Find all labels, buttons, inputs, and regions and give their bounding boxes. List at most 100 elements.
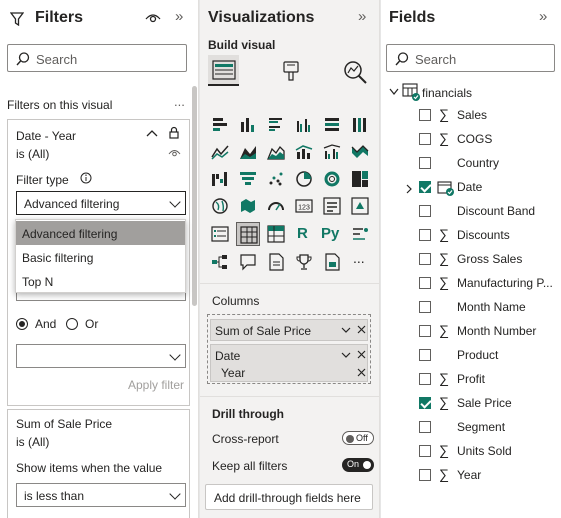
smart-narrative-icon[interactable] (267, 253, 285, 271)
field-item[interactable]: Month Name (381, 296, 561, 320)
matrix-icon[interactable] (267, 225, 285, 243)
map-icon[interactable] (211, 197, 229, 215)
donut-chart-icon[interactable] (323, 170, 341, 188)
stacked-area-chart-icon[interactable] (267, 143, 285, 161)
field-item[interactable]: ∑ Sale Price (381, 392, 561, 416)
info-icon[interactable] (80, 172, 92, 184)
field-item[interactable]: Product (381, 344, 561, 368)
or-radio[interactable] (66, 318, 78, 330)
menu-item-advanced[interactable]: Advanced filtering (16, 221, 185, 245)
field-checkbox[interactable] (419, 301, 431, 313)
menu-item-topn[interactable]: Top N (16, 269, 185, 293)
r-script-visual-icon[interactable]: R (297, 225, 308, 242)
field-checkbox[interactable] (419, 253, 431, 265)
apply-filter-button[interactable]: Apply filter (128, 378, 184, 392)
format-brush-icon[interactable] (281, 60, 303, 84)
kpi-icon[interactable] (351, 197, 369, 215)
condition-dropdown[interactable]: is less than (16, 483, 186, 507)
field-item[interactable]: Discount Band (381, 200, 561, 224)
field-checkbox[interactable] (419, 373, 431, 385)
table-name[interactable]: financials (422, 86, 472, 100)
field-checkbox[interactable] (419, 325, 431, 337)
line-clustered-column-icon[interactable] (323, 143, 341, 161)
chevron-down-icon[interactable] (341, 352, 351, 359)
line-chart-icon[interactable] (211, 143, 229, 161)
goals-trophy-icon[interactable] (295, 253, 313, 271)
paginated-report-icon[interactable] (323, 253, 341, 271)
analytics-magnifier-icon[interactable] (342, 59, 368, 85)
collapse-icon[interactable]: » (175, 9, 183, 24)
field-item[interactable]: ∑ COGS (381, 128, 561, 152)
collapse-icon[interactable]: » (539, 9, 547, 24)
waterfall-chart-icon[interactable] (211, 170, 229, 188)
table-visual-selected[interactable] (236, 222, 260, 246)
keep-all-filters-toggle[interactable]: On (342, 458, 374, 472)
field-item[interactable]: ∑ Month Number (381, 320, 561, 344)
filters-search-input[interactable]: Search (7, 44, 187, 72)
multi-row-card-icon[interactable] (323, 197, 341, 215)
ribbon-chart-icon[interactable] (351, 143, 369, 161)
field-checkbox[interactable] (419, 109, 431, 121)
field-checkbox[interactable] (419, 181, 431, 193)
more-options-icon[interactable]: ... (174, 94, 185, 109)
and-radio[interactable] (16, 318, 28, 330)
field-checkbox[interactable] (419, 445, 431, 457)
100-stacked-bar-icon[interactable] (323, 116, 341, 134)
field-checkbox[interactable] (419, 157, 431, 169)
field-checkbox[interactable] (419, 349, 431, 361)
field-pill-sale-price[interactable]: Sum of Sale Price (210, 319, 368, 341)
clustered-column-chart-icon[interactable] (295, 116, 313, 134)
build-visual-tab[interactable] (208, 55, 239, 86)
stacked-bar-chart-icon[interactable] (211, 116, 229, 134)
collapse-icon[interactable]: » (358, 9, 366, 24)
funnel-chart-icon[interactable] (239, 170, 257, 188)
clustered-bar-chart-icon[interactable] (267, 116, 285, 134)
field-item[interactable]: ∑ Gross Sales (381, 248, 561, 272)
scatter-chart-icon[interactable] (267, 170, 285, 188)
field-checkbox[interactable] (419, 469, 431, 481)
close-icon[interactable] (357, 325, 366, 334)
field-checkbox[interactable] (419, 229, 431, 241)
eye-icon[interactable] (145, 11, 161, 25)
expand-chevron-icon[interactable] (389, 88, 399, 96)
chevron-down-icon[interactable] (341, 327, 351, 334)
columns-well[interactable]: Sum of Sale Price Date Year (207, 314, 371, 384)
stacked-column-chart-icon[interactable] (239, 116, 257, 134)
slicer-icon[interactable] (211, 225, 229, 243)
field-checkbox[interactable] (419, 421, 431, 433)
field-item[interactable]: ∑ Profit (381, 368, 561, 392)
field-item[interactable]: ∑ Discounts (381, 224, 561, 248)
expand-chevron-icon[interactable] (406, 183, 412, 197)
filter-type-dropdown[interactable]: Advanced filtering (16, 191, 186, 215)
chevron-up-icon[interactable] (146, 129, 158, 137)
visibility-eye-icon[interactable] (168, 148, 181, 157)
100-stacked-column-icon[interactable] (351, 116, 369, 134)
treemap-icon[interactable] (351, 170, 369, 188)
cross-report-toggle[interactable]: Off (342, 431, 374, 445)
gauge-icon[interactable] (267, 197, 285, 215)
field-checkbox[interactable] (419, 277, 431, 289)
close-icon[interactable] (357, 368, 366, 377)
decomposition-tree-icon[interactable] (211, 253, 229, 271)
fields-search-input[interactable]: Search (386, 44, 555, 72)
close-icon[interactable] (357, 350, 366, 359)
field-checkbox[interactable] (419, 397, 431, 409)
lock-icon[interactable] (169, 126, 179, 139)
python-visual-icon[interactable]: Py (321, 225, 339, 242)
filters-scrollbar[interactable] (192, 86, 197, 306)
field-item[interactable]: Country (381, 152, 561, 176)
pie-chart-icon[interactable] (295, 170, 313, 188)
field-checkbox[interactable] (419, 133, 431, 145)
qa-visual-icon[interactable] (239, 253, 257, 271)
second-condition-dropdown[interactable] (16, 344, 186, 368)
field-item[interactable]: ∑ Sales (381, 104, 561, 128)
more-visuals-icon[interactable]: ... (353, 250, 365, 266)
filled-map-icon[interactable] (239, 197, 257, 215)
field-item[interactable]: Date (381, 176, 561, 200)
field-item[interactable]: ∑ Manufacturing P... (381, 272, 561, 296)
menu-item-basic[interactable]: Basic filtering (16, 245, 185, 269)
card-icon[interactable]: 123 (295, 197, 313, 215)
field-pill-date[interactable]: Date Year (210, 344, 368, 382)
field-item[interactable]: Segment (381, 416, 561, 440)
drill-through-well[interactable]: Add drill-through fields here (205, 484, 373, 510)
